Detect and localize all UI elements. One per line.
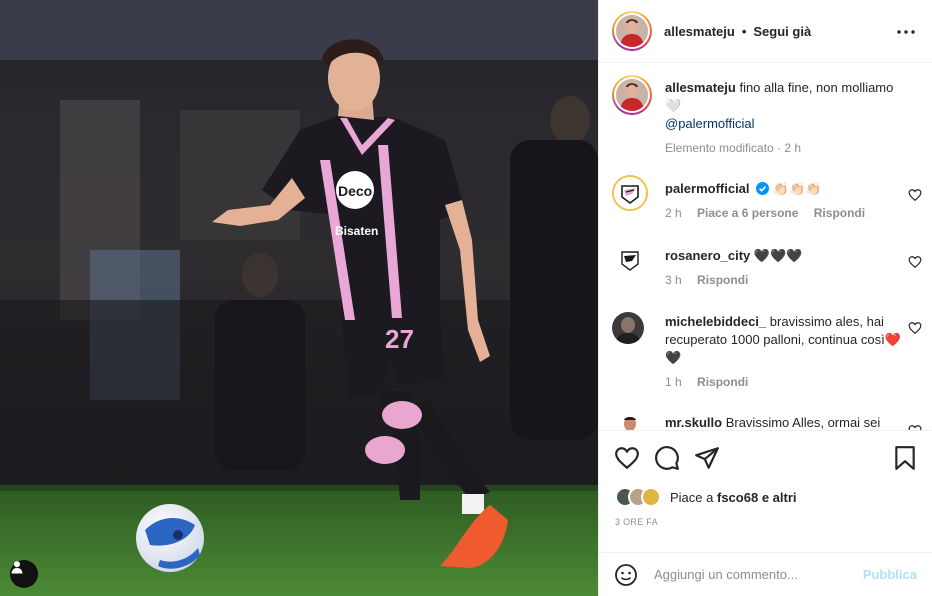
caption-author-avatar[interactable]	[612, 75, 652, 115]
comment-time[interactable]: 1 h	[665, 375, 682, 389]
palermo-logo-icon	[614, 177, 646, 209]
reply-button[interactable]: Rispondi	[814, 206, 865, 220]
comment-username[interactable]: rosanero_city	[665, 248, 750, 263]
instagram-post-modal: 27 Deco Bisaten allesmateju • Segui già …	[0, 0, 932, 596]
action-bar	[599, 430, 932, 486]
comment-text: 👏🏻👏🏻👏🏻	[772, 181, 822, 196]
rosanero-logo-icon	[612, 242, 648, 278]
following-button[interactable]: Segui già	[753, 24, 811, 39]
svg-text:Bisaten: Bisaten	[335, 224, 378, 238]
likes-summary[interactable]: Piace a fsco68 e altri	[615, 486, 797, 508]
comment-meta: 2 h Piace a 6 persone Rispondi	[665, 206, 905, 220]
comment-text: Bravissimo Alles, ormai sei	[725, 415, 881, 430]
comment-likes-count[interactable]: Piace a 6 persone	[697, 206, 798, 220]
liker-username[interactable]: fsco68	[717, 490, 758, 505]
like-comment-icon[interactable]	[908, 188, 922, 202]
post-header: allesmateju • Segui già	[599, 0, 932, 63]
commenter-avatar[interactable]	[612, 242, 648, 278]
author-username[interactable]: allesmateju	[664, 24, 735, 39]
caption-mention[interactable]: @palermofficial	[665, 115, 905, 133]
comment-input[interactable]	[654, 567, 844, 582]
reply-button[interactable]: Rispondi	[697, 375, 748, 389]
more-horizontal-icon	[897, 30, 915, 34]
comment-time[interactable]: 3 h	[665, 273, 682, 287]
likes-text: Piace a fsco68 e altri	[670, 490, 797, 505]
comment-item: mr.skullo Bravissimo Alles, ormai sei	[612, 412, 922, 430]
send-icon[interactable]	[694, 445, 720, 471]
comment-time[interactable]: 2 h	[665, 206, 682, 220]
svg-text:Deco: Deco	[338, 183, 372, 199]
post-side-panel: allesmateju • Segui già allesmateju fino…	[598, 0, 932, 596]
commenter-avatar[interactable]	[612, 312, 644, 344]
caption-edited-time: Elemento modificato · 2 h	[665, 141, 802, 155]
heart-icon[interactable]	[614, 445, 640, 471]
comment-item: palermofficial 👏🏻👏🏻👏🏻 2 h Piace a 6 pers…	[612, 175, 922, 235]
comments-list[interactable]: allesmateju fino alla fine, non molliamo…	[599, 64, 932, 430]
more-options-button[interactable]	[895, 22, 917, 42]
reply-button[interactable]: Rispondi	[697, 273, 748, 287]
likes-others-link[interactable]: e altri	[762, 490, 797, 505]
header-separator: •	[741, 23, 747, 39]
caption-meta: Elemento modificato · 2 h	[665, 141, 905, 155]
comment-text: 🖤🖤🖤	[753, 248, 803, 263]
comment-username[interactable]: mr.skullo	[665, 415, 722, 430]
comment-icon[interactable]	[654, 445, 680, 471]
caption-username[interactable]: allesmateju	[665, 80, 736, 95]
bookmark-icon[interactable]	[892, 445, 918, 471]
comment-meta: 3 h Rispondi	[665, 273, 905, 287]
post-timestamp[interactable]: 3 ORE FA	[615, 517, 658, 527]
author-photo-icon	[616, 15, 648, 47]
svg-text:27: 27	[385, 324, 414, 354]
author-avatar[interactable]	[612, 11, 652, 51]
author-photo-icon	[616, 79, 648, 111]
commenter-avatar[interactable]	[612, 414, 648, 430]
comment-item: michelebiddeci_ bravissimo ales, hai rec…	[612, 308, 922, 398]
likes-prefix: Piace a	[670, 489, 714, 505]
comment-username[interactable]: michelebiddeci_	[665, 314, 766, 329]
user-photo-icon	[612, 414, 648, 430]
comment-item: rosanero_city 🖤🖤🖤 3 h Rispondi	[612, 242, 922, 302]
comment-meta: 1 h Rispondi	[665, 375, 905, 389]
caption: allesmateju fino alla fine, non molliamo…	[612, 75, 922, 165]
post-photo[interactable]: 27 Deco Bisaten	[0, 0, 598, 596]
publish-button[interactable]: Pubblica	[863, 567, 917, 582]
football-player-photo: 27 Deco Bisaten	[0, 0, 598, 596]
person-icon	[11, 561, 23, 574]
emoji-icon[interactable]	[614, 563, 638, 587]
like-comment-icon[interactable]	[908, 255, 922, 269]
user-photo-icon	[612, 312, 644, 344]
comment-composer: Pubblica	[599, 552, 932, 596]
commenter-avatar[interactable]	[612, 175, 648, 211]
verified-badge-icon	[756, 182, 770, 195]
comment-username[interactable]: palermofficial	[665, 181, 750, 196]
like-comment-icon[interactable]	[908, 321, 922, 335]
tagged-users-button[interactable]	[10, 560, 38, 588]
liker-avatar	[641, 487, 661, 507]
